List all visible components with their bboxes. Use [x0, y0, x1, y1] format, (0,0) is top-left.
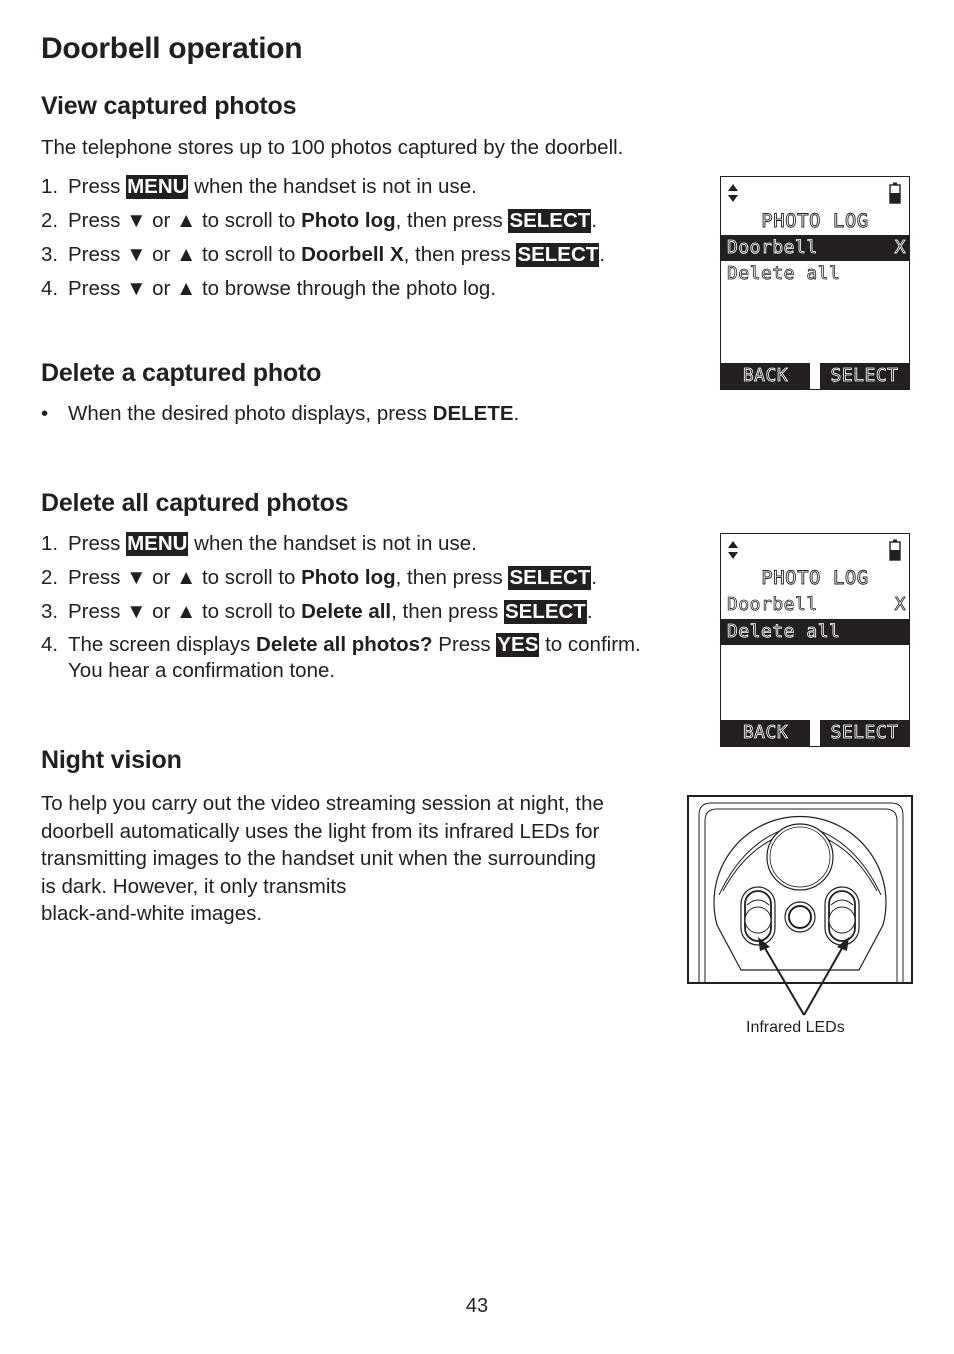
screen-title: PHOTO LOG: [761, 567, 869, 590]
select-key-label: SELECT: [503, 600, 587, 624]
scroll-updown-icon: [728, 184, 738, 202]
delete-all-step-1: 1. Press MENU when the handset is not in …: [41, 532, 477, 556]
step-number: 1.: [41, 175, 59, 198]
leader-arrows-icon: [758, 937, 849, 1016]
page-number: 43: [465, 1295, 489, 1317]
step-continuation: You hear a confirmation tone.: [68, 659, 336, 682]
bold-term: DELETE: [432, 402, 514, 425]
figure-caption: Infrared LEDs: [746, 1019, 845, 1036]
step-number: 2.: [41, 209, 59, 232]
bold-term: Photo log: [301, 209, 396, 232]
step-number: 2.: [41, 566, 59, 589]
view-step-3: 3. Press ▼ or ▲ to scroll to Doorbell X, …: [41, 243, 606, 267]
menu-key-label: MENU: [126, 532, 189, 556]
softkey-back[interactable]: BACK: [721, 720, 810, 746]
battery-icon: [889, 539, 901, 561]
screen-title: PHOTO LOG: [761, 210, 869, 233]
view-step-4: 4. Press ▼ or ▲ to browse through the pho…: [41, 277, 497, 300]
menu-item-delete-all[interactable]: Delete all: [721, 619, 909, 645]
delete-all-step-3: 3. Press ▼ or ▲ to scroll to Delete all, …: [41, 600, 593, 624]
view-intro-text: The telephone stores up to 100 photos ca…: [41, 136, 624, 159]
softkey-back[interactable]: BACK: [721, 363, 810, 389]
bold-term: Delete all photos?: [256, 633, 433, 656]
bold-term: Delete all: [301, 600, 392, 623]
scroll-updown-icon: [728, 541, 738, 559]
delete-all-step-4: 4. The screen displays Delete all photos?…: [41, 633, 641, 682]
section-heading-delete-all: Delete all captured photos: [41, 489, 349, 517]
menu-key-label: MENU: [126, 175, 189, 199]
step-number: 3.: [41, 243, 59, 266]
delete-all-step-2: 2. Press ▼ or ▲ to scroll to Photo log, t…: [41, 566, 598, 590]
section-heading-delete-photo: Delete a captured photo: [41, 359, 322, 387]
menu-item-delete-all[interactable]: Delete all: [721, 261, 909, 287]
handset-screen-photo-log-doorbell-selected: PHOTO LOG Doorbell X Delete all BACK SELE…: [720, 176, 910, 390]
step-number: 1.: [41, 532, 59, 555]
menu-item-doorbell[interactable]: Doorbell X: [721, 235, 909, 261]
handset-screen-photo-log-delete-all-selected: PHOTO LOG Doorbell X Delete all BACK SELE…: [720, 533, 910, 747]
step-number: 3.: [41, 600, 59, 623]
step-number: 4.: [41, 277, 59, 300]
softkey-select[interactable]: SELECT: [820, 363, 909, 389]
night-vision-paragraph: To help you carry out the video streamin…: [41, 792, 604, 925]
select-key-label: SELECT: [508, 209, 592, 233]
section-heading-night-vision: Night vision: [41, 746, 182, 774]
delete-photo-bullet: • When the desired photo displays, press …: [41, 402, 520, 425]
menu-item-doorbell[interactable]: Doorbell X: [721, 592, 909, 618]
page-title: Doorbell operation: [41, 32, 303, 65]
select-key-label: SELECT: [508, 566, 592, 590]
step-number: 4.: [41, 633, 59, 656]
bullet: •: [41, 402, 49, 425]
select-key-label: SELECT: [516, 243, 600, 267]
battery-icon: [889, 182, 901, 204]
view-step-2: 2. Press ▼ or ▲ to scroll to Photo log, t…: [41, 209, 598, 233]
section-heading-view-photos: View captured photos: [41, 92, 297, 120]
softkey-select[interactable]: SELECT: [820, 720, 909, 746]
yes-key-label: YES: [496, 633, 540, 657]
view-step-1: 1. Press MENU when the handset is not in …: [41, 175, 477, 199]
bold-term: Doorbell X: [301, 243, 404, 266]
bold-term: Photo log: [301, 566, 396, 589]
